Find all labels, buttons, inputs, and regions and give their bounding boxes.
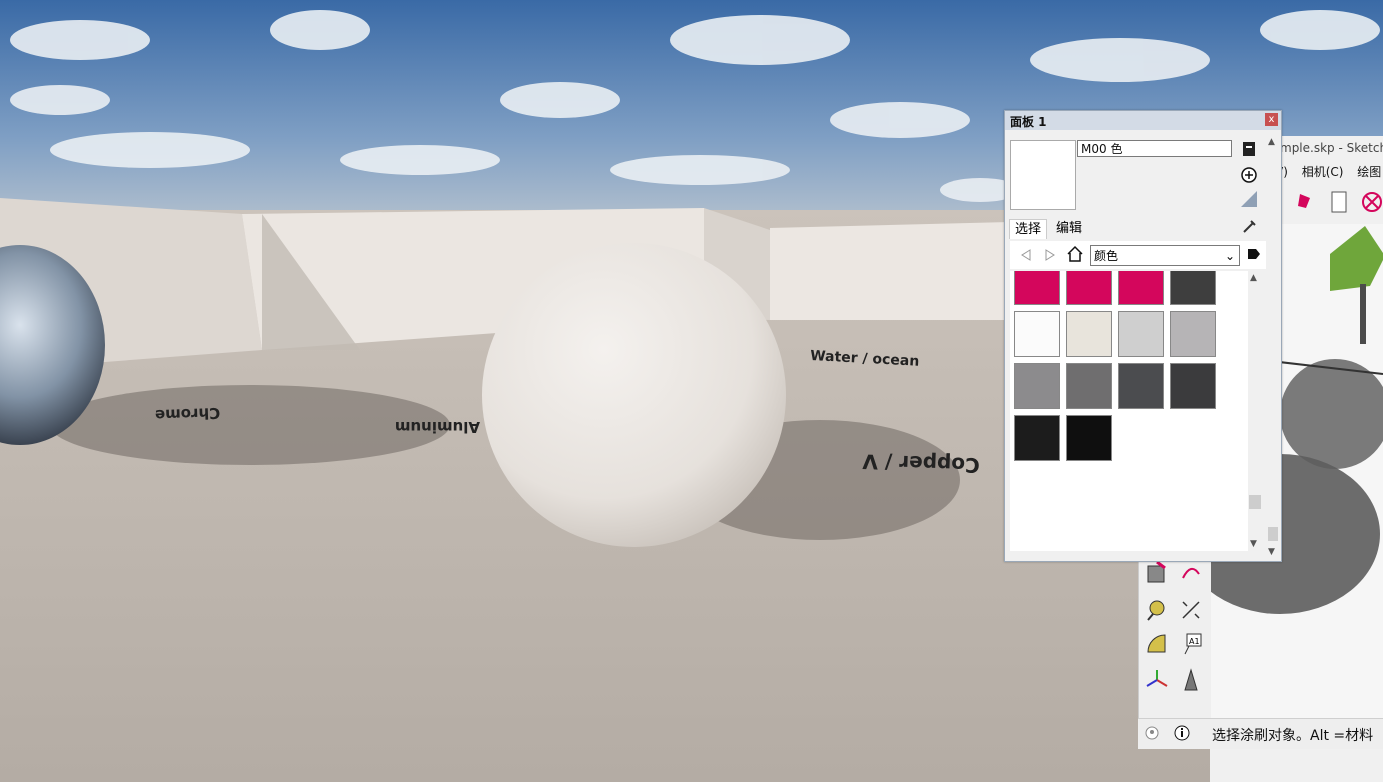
material-swatch[interactable] [1118,271,1164,305]
material-swatch[interactable] [1014,311,1060,357]
library-dropdown-value: 颜色 [1094,249,1119,263]
menu-bar: V) 相机(C) 绘图 [1275,162,1383,182]
create-material-icon[interactable] [1239,165,1259,185]
material-swatch[interactable] [1066,311,1112,357]
large-tool-set: A1 [1138,558,1211,718]
library-navigation: 颜色 ⌄ [1010,241,1266,269]
material-swatch[interactable] [1066,415,1112,461]
text-label-icon: A1 [1184,633,1202,655]
materials-panel: 面板 1 x M00 色 选择 编辑 颜色 ⌄ ▲ ▼ ▲ ▼ [1004,110,1282,562]
info-icon[interactable] [1174,725,1190,741]
panel-scroll-down-icon[interactable]: ▼ [1268,547,1275,557]
material-swatch[interactable] [1014,363,1060,409]
dimension-tool[interactable] [1177,596,1205,624]
tape-measure-icon [1147,600,1165,621]
back-arrow-icon[interactable] [1018,247,1034,263]
material-swatch[interactable] [1170,311,1216,357]
panel-title: 面板 1 [1010,115,1047,129]
material-swatch[interactable] [1170,271,1216,305]
3d-text-icon [1184,668,1198,691]
paint-icon [1298,194,1310,208]
material-swatch[interactable] [1066,363,1112,409]
3d-text-tool[interactable] [1177,666,1205,694]
material-preview-swatch [1010,140,1076,210]
paint-bucket-icon [1147,560,1166,583]
text-tool[interactable]: A1 [1177,630,1205,658]
paint-bucket-tool[interactable] [1143,558,1171,586]
orbit-icon [1182,567,1200,579]
top-toolbar [1280,186,1383,222]
display-secondary-pane-icon[interactable] [1241,141,1257,157]
white-sphere [482,243,786,547]
material-swatch[interactable] [1170,363,1216,409]
material-swatch[interactable] [1014,271,1060,305]
material-swatch-grid [1010,271,1248,551]
scroll-up-icon[interactable]: ▲ [1250,273,1257,283]
chevron-down-icon: ⌄ [1224,249,1235,263]
tab-select[interactable]: 选择 [1009,219,1048,239]
panel-title-bar[interactable]: 面板 1 x [1005,111,1281,130]
material-swatch[interactable] [1118,363,1164,409]
tab-edit[interactable]: 编辑 [1051,219,1087,238]
window-title: mple.skp - Sketch [1280,141,1383,155]
protractor-tool[interactable] [1143,630,1171,658]
material-swatch[interactable] [1014,415,1060,461]
material-name-field[interactable]: M00 色 [1077,140,1232,157]
panel-scroll-up-icon[interactable]: ▲ [1268,137,1275,147]
axes-tool[interactable] [1143,666,1171,694]
status-bar: 选择涂刷对象。Alt =材料 [1138,718,1383,749]
label-aluminum: Aluminum [395,418,480,436]
label-chrome: Chrome [155,404,221,424]
swatch-scrollbar[interactable]: ▲ ▼ [1248,271,1262,551]
scroll-down-icon[interactable]: ▼ [1250,539,1257,549]
dimension-icon [1182,601,1200,619]
library-dropdown[interactable]: 颜色 ⌄ [1090,245,1240,266]
material-swatch[interactable] [1118,311,1164,357]
eraser-tool[interactable] [1177,558,1205,586]
axes-icon [1146,670,1168,687]
tape-measure-tool[interactable] [1143,596,1171,624]
panel-scrollbar-thumb[interactable] [1268,527,1278,541]
home-icon[interactable] [1066,245,1084,263]
default-material-icon[interactable] [1239,189,1259,209]
material-swatch[interactable] [1066,271,1112,305]
label-copper: Copper / V [862,449,980,477]
status-message: 选择涂刷对象。Alt =材料 [1212,728,1374,744]
eyedropper-icon[interactable] [1241,217,1259,235]
toolbar-icons[interactable] [1280,186,1383,222]
svg-text:A1: A1 [1189,637,1200,646]
menu-item-camera[interactable]: 相机(C) [1302,165,1344,179]
geo-location-icon[interactable] [1144,725,1160,741]
forward-arrow-icon[interactable] [1042,247,1058,263]
panel-close-button[interactable]: x [1265,113,1278,126]
clipboard-icon [1331,191,1347,213]
details-arrow-icon[interactable] [1246,246,1262,262]
protractor-icon [1147,634,1166,653]
panel-scrollbar[interactable]: ▲ ▼ [1267,135,1279,559]
scrollbar-thumb[interactable] [1249,495,1261,509]
menu-item-draw[interactable]: 绘图 [1357,165,1381,179]
